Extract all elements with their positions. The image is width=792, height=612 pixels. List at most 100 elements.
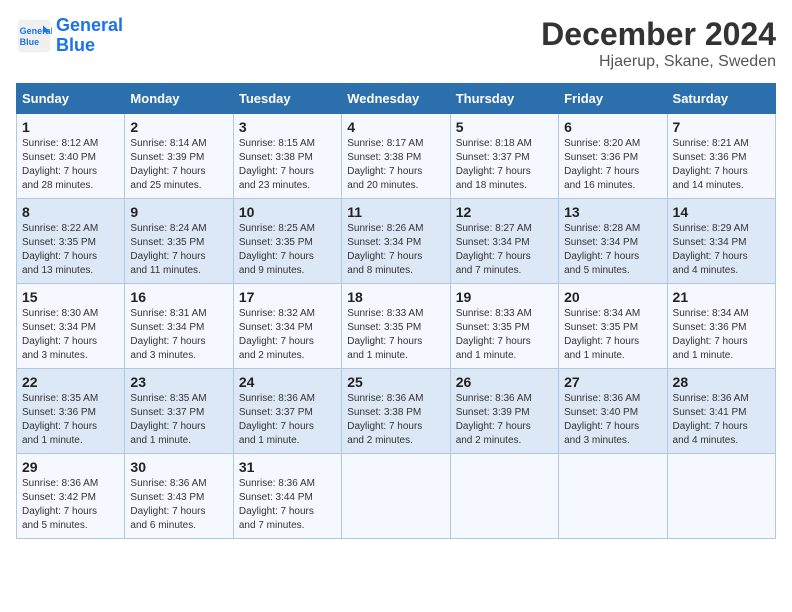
calendar-cell: 24Sunrise: 8:36 AM Sunset: 3:37 PM Dayli… <box>233 369 341 454</box>
calendar-cell: 16 Sunrise: 8:31 AM Sunset: 3:34 PM Dayli… <box>125 284 233 369</box>
day-info: Sunrise: 8:33 AM Sunset: 3:35 PM Dayligh… <box>347 307 444 363</box>
day-number: 11 <box>347 204 444 220</box>
weekday-header: Saturday <box>667 84 775 114</box>
day-info: Sunrise: 8:36 AM Sunset: 3:40 PM Dayligh… <box>564 392 661 448</box>
day-info: Sunrise: 8:31 AM Sunset: 3:34 PM Dayligh… <box>130 307 227 363</box>
day-info: Sunrise: 8:32 AM Sunset: 3:34 PM Dayligh… <box>239 307 336 363</box>
day-info: Sunrise: 8:35 AM Sunset: 3:36 PM Dayligh… <box>22 392 119 448</box>
calendar-cell: 6Sunrise: 8:20 AM Sunset: 3:36 PM Daylig… <box>559 114 667 199</box>
day-info: Sunrise: 8:15 AM Sunset: 3:38 PM Dayligh… <box>239 137 336 193</box>
day-number: 19 <box>456 289 553 305</box>
calendar-cell: 7 Sunrise: 8:21 AM Sunset: 3:36 PM Daylig… <box>667 114 775 199</box>
day-info: Sunrise: 8:14 AM Sunset: 3:39 PM Dayligh… <box>130 137 227 193</box>
calendar-cell: 14 Sunrise: 8:29 AM Sunset: 3:34 PM Dayli… <box>667 199 775 284</box>
day-info: Sunrise: 8:36 AM Sunset: 3:38 PM Dayligh… <box>347 392 444 448</box>
calendar-cell: 10 Sunrise: 8:25 AM Sunset: 3:35 PM Dayli… <box>233 199 341 284</box>
day-number: 14 <box>673 204 770 220</box>
logo-line1: General <box>56 15 123 35</box>
calendar-cell: 12 Sunrise: 8:27 AM Sunset: 3:34 PM Dayli… <box>450 199 558 284</box>
calendar-cell: 17Sunrise: 8:32 AM Sunset: 3:34 PM Dayli… <box>233 284 341 369</box>
day-info: Sunrise: 8:36 AM Sunset: 3:44 PM Dayligh… <box>239 477 336 533</box>
weekday-header: Sunday <box>17 84 125 114</box>
calendar-week-row: 29Sunrise: 8:36 AM Sunset: 3:42 PM Dayli… <box>17 454 776 539</box>
calendar-cell: 29Sunrise: 8:36 AM Sunset: 3:42 PM Dayli… <box>17 454 125 539</box>
day-number: 21 <box>673 289 770 305</box>
header: General Blue General Blue December 2024 … <box>16 16 776 71</box>
day-info: Sunrise: 8:25 AM Sunset: 3:35 PM Dayligh… <box>239 222 336 278</box>
calendar-cell: 11Sunrise: 8:26 AM Sunset: 3:34 PM Dayli… <box>342 199 450 284</box>
calendar-table: SundayMondayTuesdayWednesdayThursdayFrid… <box>16 83 776 539</box>
calendar-cell: 20 Sunrise: 8:34 AM Sunset: 3:35 PM Dayli… <box>559 284 667 369</box>
day-info: Sunrise: 8:36 AM Sunset: 3:41 PM Dayligh… <box>673 392 770 448</box>
day-info: Sunrise: 8:21 AM Sunset: 3:36 PM Dayligh… <box>673 137 770 193</box>
day-number: 10 <box>239 204 336 220</box>
day-info: Sunrise: 8:29 AM Sunset: 3:34 PM Dayligh… <box>673 222 770 278</box>
day-number: 22 <box>22 374 119 390</box>
day-number: 3 <box>239 119 336 135</box>
day-number: 9 <box>130 204 227 220</box>
day-info: Sunrise: 8:12 AM Sunset: 3:40 PM Dayligh… <box>22 137 119 193</box>
day-number: 24 <box>239 374 336 390</box>
page-subtitle: Hjaerup, Skane, Sweden <box>541 53 776 71</box>
day-number: 27 <box>564 374 661 390</box>
calendar-cell: 9 Sunrise: 8:24 AM Sunset: 3:35 PM Daylig… <box>125 199 233 284</box>
day-info: Sunrise: 8:22 AM Sunset: 3:35 PM Dayligh… <box>22 222 119 278</box>
day-number: 7 <box>673 119 770 135</box>
calendar-week-row: 22 Sunrise: 8:35 AM Sunset: 3:36 PM Dayli… <box>17 369 776 454</box>
day-number: 31 <box>239 459 336 475</box>
calendar-week-row: 15Sunrise: 8:30 AM Sunset: 3:34 PM Dayli… <box>17 284 776 369</box>
day-info: Sunrise: 8:35 AM Sunset: 3:37 PM Dayligh… <box>130 392 227 448</box>
calendar-week-row: 8 Sunrise: 8:22 AM Sunset: 3:35 PM Daylig… <box>17 199 776 284</box>
calendar-cell: 30Sunrise: 8:36 AM Sunset: 3:43 PM Dayli… <box>125 454 233 539</box>
calendar-cell: 3 Sunrise: 8:15 AM Sunset: 3:38 PM Daylig… <box>233 114 341 199</box>
calendar-cell <box>450 454 558 539</box>
calendar-week-row: 1Sunrise: 8:12 AM Sunset: 3:40 PM Daylig… <box>17 114 776 199</box>
day-info: Sunrise: 8:36 AM Sunset: 3:43 PM Dayligh… <box>130 477 227 533</box>
calendar-cell: 8 Sunrise: 8:22 AM Sunset: 3:35 PM Daylig… <box>17 199 125 284</box>
title-area: December 2024 Hjaerup, Skane, Sweden <box>541 16 776 71</box>
logo-line2: Blue <box>56 35 95 55</box>
day-number: 28 <box>673 374 770 390</box>
day-info: Sunrise: 8:36 AM Sunset: 3:39 PM Dayligh… <box>456 392 553 448</box>
day-number: 8 <box>22 204 119 220</box>
calendar-cell: 31 Sunrise: 8:36 AM Sunset: 3:44 PM Dayli… <box>233 454 341 539</box>
day-number: 20 <box>564 289 661 305</box>
weekday-header: Tuesday <box>233 84 341 114</box>
day-number: 12 <box>456 204 553 220</box>
day-info: Sunrise: 8:27 AM Sunset: 3:34 PM Dayligh… <box>456 222 553 278</box>
day-info: Sunrise: 8:28 AM Sunset: 3:34 PM Dayligh… <box>564 222 661 278</box>
day-info: Sunrise: 8:18 AM Sunset: 3:37 PM Dayligh… <box>456 137 553 193</box>
page-title: December 2024 <box>541 16 776 53</box>
day-info: Sunrise: 8:34 AM Sunset: 3:36 PM Dayligh… <box>673 307 770 363</box>
calendar-cell: 23Sunrise: 8:35 AM Sunset: 3:37 PM Dayli… <box>125 369 233 454</box>
logo: General Blue General Blue <box>16 16 123 56</box>
day-number: 25 <box>347 374 444 390</box>
day-info: Sunrise: 8:17 AM Sunset: 3:38 PM Dayligh… <box>347 137 444 193</box>
weekday-header: Friday <box>559 84 667 114</box>
calendar-cell <box>559 454 667 539</box>
calendar-cell: 1Sunrise: 8:12 AM Sunset: 3:40 PM Daylig… <box>17 114 125 199</box>
day-number: 2 <box>130 119 227 135</box>
calendar-cell: 2 Sunrise: 8:14 AM Sunset: 3:39 PM Daylig… <box>125 114 233 199</box>
calendar-cell: 4 Sunrise: 8:17 AM Sunset: 3:38 PM Daylig… <box>342 114 450 199</box>
calendar-cell: 25 Sunrise: 8:36 AM Sunset: 3:38 PM Dayli… <box>342 369 450 454</box>
day-info: Sunrise: 8:33 AM Sunset: 3:35 PM Dayligh… <box>456 307 553 363</box>
calendar-cell: 22 Sunrise: 8:35 AM Sunset: 3:36 PM Dayli… <box>17 369 125 454</box>
day-info: Sunrise: 8:24 AM Sunset: 3:35 PM Dayligh… <box>130 222 227 278</box>
calendar-cell: 5Sunrise: 8:18 AM Sunset: 3:37 PM Daylig… <box>450 114 558 199</box>
day-number: 16 <box>130 289 227 305</box>
calendar-cell: 26Sunrise: 8:36 AM Sunset: 3:39 PM Dayli… <box>450 369 558 454</box>
day-number: 18 <box>347 289 444 305</box>
weekday-header: Thursday <box>450 84 558 114</box>
calendar-cell: 15Sunrise: 8:30 AM Sunset: 3:34 PM Dayli… <box>17 284 125 369</box>
day-number: 6 <box>564 119 661 135</box>
day-info: Sunrise: 8:34 AM Sunset: 3:35 PM Dayligh… <box>564 307 661 363</box>
calendar-cell <box>667 454 775 539</box>
day-number: 29 <box>22 459 119 475</box>
weekday-header-row: SundayMondayTuesdayWednesdayThursdayFrid… <box>17 84 776 114</box>
calendar-cell: 28 Sunrise: 8:36 AM Sunset: 3:41 PM Dayli… <box>667 369 775 454</box>
day-number: 4 <box>347 119 444 135</box>
calendar-cell: 27 Sunrise: 8:36 AM Sunset: 3:40 PM Dayli… <box>559 369 667 454</box>
weekday-header: Monday <box>125 84 233 114</box>
calendar-cell: 19 Sunrise: 8:33 AM Sunset: 3:35 PM Dayli… <box>450 284 558 369</box>
